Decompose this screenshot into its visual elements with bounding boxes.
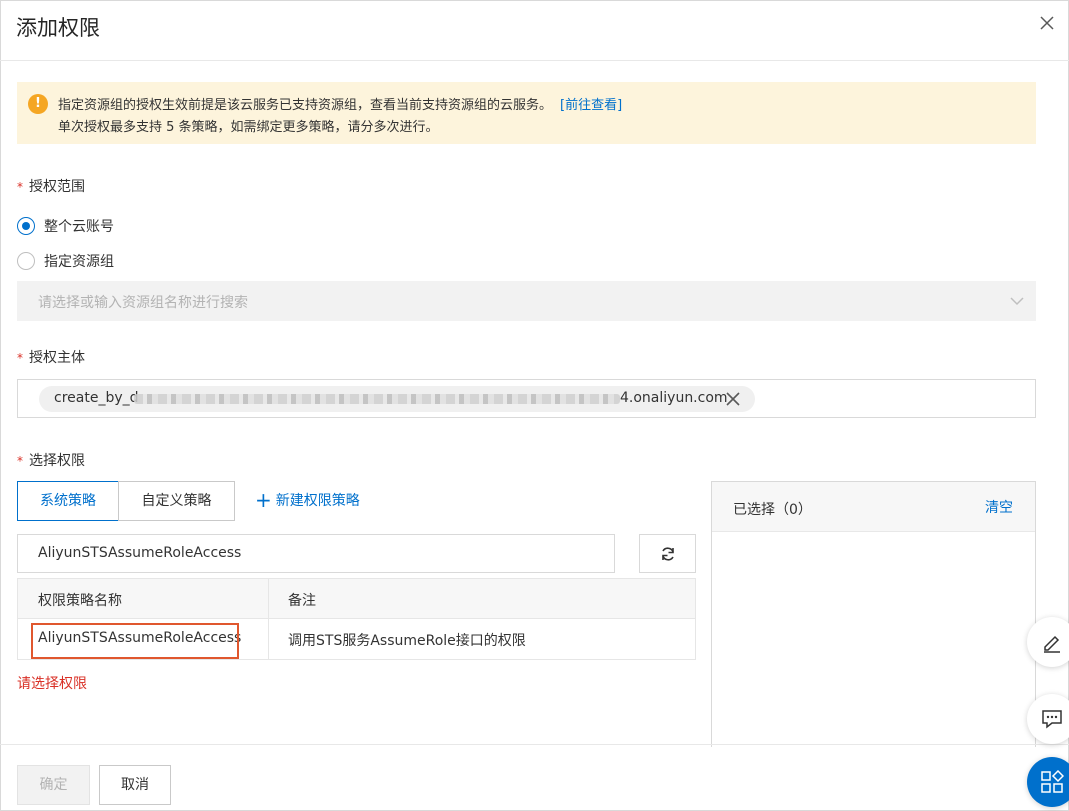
- policy-search-value: AliyunSTSAssumeRoleAccess: [38, 545, 242, 561]
- principal-tag: create_by_d 4.onaliyun.com: [39, 386, 755, 412]
- permissions-label: * 选择权限: [17, 453, 85, 469]
- highlight-box: [31, 623, 239, 659]
- apps-float-button[interactable]: [1027, 757, 1069, 807]
- notice-alert: ! 指定资源组的授权生效前提是该云服务已支持资源组，查看当前支持资源组的云服务。…: [17, 82, 1036, 144]
- table-header: 权限策略名称 备注: [18, 579, 695, 619]
- principal-label: * 授权主体: [17, 350, 85, 366]
- remove-tag-icon[interactable]: [726, 392, 740, 406]
- principal-tag-suffix: 4.onaliyun.com: [620, 390, 728, 406]
- scope-radio-resource-group[interactable]: 指定资源组: [17, 251, 114, 271]
- refresh-button[interactable]: [639, 534, 696, 573]
- clear-selection-link[interactable]: 清空: [985, 497, 1013, 517]
- close-icon[interactable]: [1036, 12, 1058, 34]
- tab-system-policy[interactable]: 系统策略: [17, 481, 119, 521]
- policy-search-input[interactable]: AliyunSTSAssumeRoleAccess: [17, 534, 615, 573]
- edit-float-button[interactable]: [1027, 617, 1069, 667]
- alert-line-1: 指定资源组的授权生效前提是该云服务已支持资源组，查看当前支持资源组的云服务。: [58, 98, 553, 113]
- scope-radio-label: 整个云账号: [44, 219, 114, 235]
- scope-radio-account[interactable]: 整个云账号: [17, 216, 114, 236]
- required-mark: *: [17, 351, 23, 365]
- policy-note-cell: 调用STS服务AssumeRole接口的权限: [288, 633, 526, 649]
- scope-radio-label: 指定资源组: [44, 254, 114, 270]
- column-header-note: 备注: [288, 593, 316, 609]
- chevron-down-icon: [1010, 297, 1024, 306]
- permission-error-message: 请选择权限: [17, 676, 87, 692]
- redacted-text: [134, 394, 620, 404]
- selected-panel-header: 已选择（0） 清空: [712, 482, 1035, 532]
- view-supported-services-link[interactable]: [前往查看]: [560, 98, 622, 113]
- radio-checked-icon: [17, 217, 35, 235]
- selected-panel: 已选择（0） 清空: [711, 481, 1036, 747]
- required-mark: *: [17, 180, 23, 194]
- scope-label: * 授权范围: [17, 179, 85, 195]
- plus-icon: +: [255, 488, 272, 512]
- principal-tag-prefix: create_by_d: [54, 390, 139, 406]
- new-policy-button[interactable]: + 新建权限策略: [255, 490, 360, 510]
- chat-icon: [1042, 710, 1062, 729]
- resource-group-placeholder: 请选择或输入资源组名称进行搜索: [38, 295, 248, 311]
- feedback-float-button[interactable]: [1027, 694, 1069, 744]
- column-header-name: 权限策略名称: [38, 593, 122, 609]
- cancel-button[interactable]: 取消: [99, 765, 171, 805]
- confirm-button[interactable]: 确定: [17, 765, 90, 805]
- selected-count-label: 已选择（0）: [733, 502, 812, 518]
- required-mark: *: [17, 454, 23, 468]
- refresh-icon: [662, 547, 674, 561]
- footer-divider: [0, 744, 1069, 745]
- principal-input[interactable]: create_by_d 4.onaliyun.com: [17, 379, 1036, 418]
- radio-unchecked-icon: [17, 252, 35, 270]
- tab-custom-policy[interactable]: 自定义策略: [118, 481, 235, 521]
- alert-line-2: 单次授权最多支持 5 条策略，如需绑定更多策略，请分多次进行。: [58, 120, 439, 135]
- policy-table: 权限策略名称 备注 AliyunSTSAssumeRoleAccess 调用ST…: [17, 578, 696, 660]
- warning-icon: !: [28, 94, 48, 114]
- resource-group-select[interactable]: 请选择或输入资源组名称进行搜索: [17, 281, 1036, 321]
- new-policy-label: 新建权限策略: [275, 493, 360, 509]
- column-divider: [268, 579, 269, 659]
- apps-icon: [1041, 770, 1064, 793]
- header-divider: [0, 60, 1069, 61]
- dialog-title: 添加权限: [16, 16, 100, 40]
- edit-icon: [1044, 635, 1060, 653]
